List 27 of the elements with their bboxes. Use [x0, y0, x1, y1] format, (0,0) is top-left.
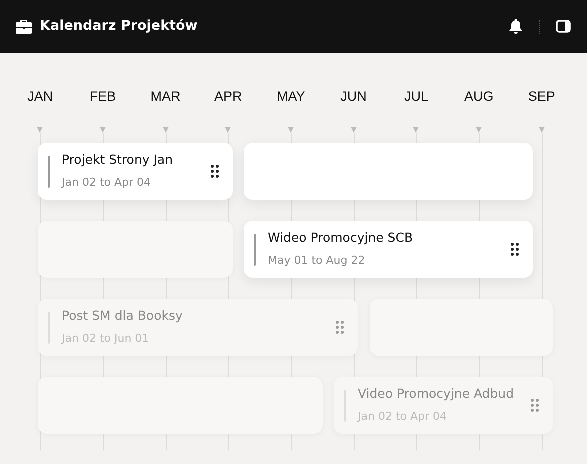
month-label: MAR	[150, 88, 181, 105]
month-label: AUG	[464, 88, 494, 105]
app-title: Kalendarz Projektów	[40, 17, 198, 36]
month-label: APR	[214, 88, 242, 105]
month-label: FEB	[90, 88, 116, 105]
month-label: SEP	[528, 88, 556, 105]
month-label: MAY	[276, 88, 306, 105]
month-label: JUN	[340, 88, 367, 105]
month-label: JUL	[404, 88, 428, 105]
project-card[interactable]: Wideo Promocyjne SCB May 01 to Aug 22	[244, 221, 533, 278]
drag-handle-icon[interactable]	[531, 399, 539, 412]
project-title: Post SM dla Booksy	[62, 307, 184, 326]
month-label: JAN	[28, 88, 54, 105]
project-dates: Jan 02 to Apr 04	[358, 409, 448, 426]
project-dates: May 01 to Aug 22	[268, 253, 366, 270]
notification-bell-icon[interactable]	[509, 19, 523, 34]
briefcase-icon	[16, 20, 32, 34]
project-card[interactable]: Projekt Strony Jan Jan 02 to Apr 04	[38, 143, 233, 200]
project-title: Projekt Strony Jan	[62, 151, 174, 170]
drag-handle-icon[interactable]	[211, 165, 219, 178]
project-dates: Jan 02 to Jun 01	[62, 331, 150, 348]
sidebar-toggle-icon[interactable]	[556, 20, 571, 33]
drag-handle-icon[interactable]	[511, 243, 519, 256]
project-dates: Jan 02 to Apr 04	[62, 175, 152, 192]
project-title: Video Promocyjne Adbud	[358, 385, 516, 404]
project-title: Wideo Promocyjne SCB	[268, 229, 414, 248]
drag-handle-icon[interactable]	[336, 321, 344, 334]
